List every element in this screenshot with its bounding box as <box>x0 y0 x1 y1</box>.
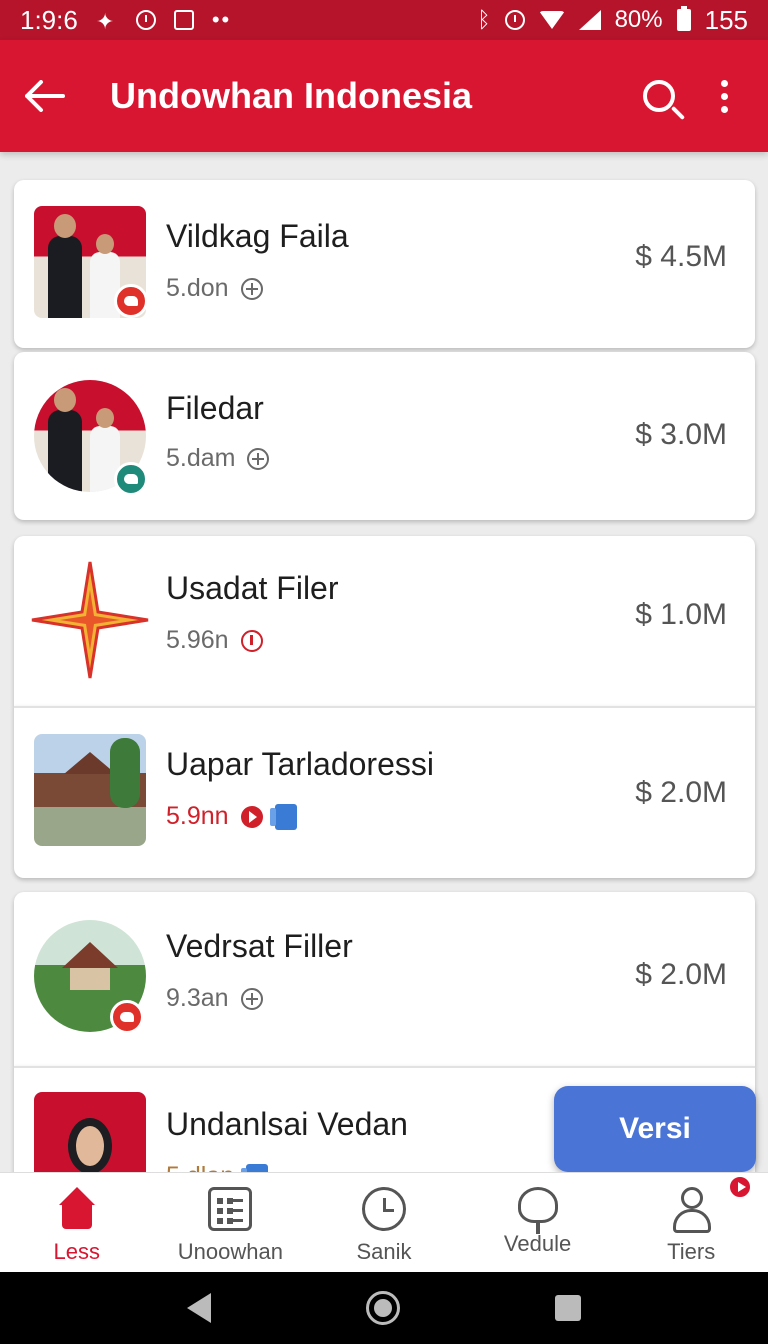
battery-percent: 80% <box>614 6 663 33</box>
alert-circle-icon[interactable] <box>240 629 263 652</box>
page-title: Undowhan Indonesia <box>110 75 473 116</box>
more-vert-icon <box>720 79 728 87</box>
item-title: Filedar <box>166 390 264 426</box>
nav-tab-vedule[interactable]: Vedule <box>461 1173 615 1272</box>
item-meta-text: 5.dam <box>166 444 236 472</box>
grid-list-icon <box>208 1187 253 1231</box>
list-item[interactable]: Vedrsat Filler 9.3an $ 2.0M <box>14 892 755 1066</box>
document-icon[interactable] <box>269 803 297 830</box>
battery-icon <box>676 6 691 31</box>
item-amount: $ 3.0M <box>635 418 727 451</box>
back-arrow-icon <box>25 80 65 112</box>
status-time: 1:9:6 <box>20 4 78 35</box>
home-icon <box>55 1187 99 1231</box>
status-extra-number: 155 <box>704 4 748 35</box>
item-amount: $ 1.0M <box>635 598 727 631</box>
system-back-icon[interactable] <box>187 1293 212 1323</box>
versi-fab-button[interactable]: Versi <box>554 1086 756 1172</box>
item-meta-text: 5.9nn <box>166 802 229 830</box>
system-recents-icon[interactable] <box>554 1295 581 1321</box>
nav-label: Tiers <box>667 1239 716 1264</box>
item-meta: 5.96n <box>166 626 263 655</box>
clock-icon <box>361 1187 406 1231</box>
item-amount: $ 4.5M <box>635 240 727 273</box>
status-right: ᛒ 80% 155 <box>477 5 748 36</box>
more-options-button[interactable] <box>694 40 754 152</box>
bluetooth-icon: ᛒ <box>477 7 491 32</box>
verified-badge-icon <box>114 462 148 496</box>
nav-label: Unoowhan <box>177 1239 283 1264</box>
video-badge-icon <box>110 1000 144 1034</box>
item-title: Uapar Tarladoressi <box>166 746 434 782</box>
notification-badge-icon <box>727 1175 752 1199</box>
list-item[interactable]: Vildkag Faila 5.don $ 4.5M <box>14 180 755 348</box>
status-left: 1:9:6 ✦ •• <box>20 5 231 36</box>
list-item[interactable]: Filedar 5.dam $ 3.0M <box>14 352 755 520</box>
signal-icon <box>578 10 601 30</box>
item-meta-text: 9.3an <box>166 984 229 1012</box>
bottom-navigation: Less Unoowhan Sanik Vedule Tiers <box>0 1172 768 1272</box>
system-navigation-bar <box>0 1272 768 1344</box>
add-circle-icon[interactable] <box>247 447 270 470</box>
search-button[interactable] <box>624 40 694 152</box>
item-title: Usadat Filer <box>166 570 339 606</box>
compass-star-icon <box>31 561 149 679</box>
item-title: Vedrsat Filler <box>166 928 353 964</box>
add-circle-icon[interactable] <box>240 277 263 300</box>
item-meta-text: 5.96n <box>166 626 229 654</box>
item-amount: $ 2.0M <box>635 958 727 991</box>
nav-label: Sanik <box>356 1239 412 1264</box>
status-bar: 1:9:6 ✦ •• ᛒ 80% 155 <box>0 0 768 40</box>
item-title: Vildkag Faila <box>166 218 349 254</box>
item-meta: 5.9nn <box>166 802 297 831</box>
back-button[interactable] <box>0 40 90 152</box>
item-thumbnail <box>34 734 146 846</box>
wifi-icon <box>538 11 565 29</box>
system-home-icon[interactable] <box>365 1291 400 1325</box>
nav-tab-less[interactable]: Less <box>0 1173 154 1272</box>
item-title: Undanlsai Vedan <box>166 1106 408 1142</box>
list-item[interactable]: Uapar Tarladoressi 5.9nn $ 2.0M <box>14 706 755 878</box>
item-meta: 5.don <box>166 274 263 303</box>
app-bar: Undowhan Indonesia <box>0 40 768 152</box>
item-meta: 5.dam <box>166 444 270 473</box>
nav-label: Less <box>53 1239 101 1264</box>
alarm-status-icon <box>504 10 525 30</box>
nav-tab-sanik[interactable]: Sanik <box>307 1173 461 1272</box>
item-meta: 9.3an <box>166 984 263 1013</box>
media-notification-icon <box>173 10 194 30</box>
video-badge-icon <box>114 284 148 318</box>
nav-tab-tiers[interactable]: Tiers <box>614 1173 768 1272</box>
list-item[interactable]: Usadat Filer 5.96n $ 1.0M <box>14 536 755 706</box>
more-notifications-icon: •• <box>211 7 232 32</box>
item-meta-text: 5.don <box>166 274 229 302</box>
search-icon <box>643 80 675 112</box>
alarm-icon <box>135 10 156 30</box>
add-circle-icon[interactable] <box>240 987 263 1010</box>
item-amount: $ 2.0M <box>635 776 727 809</box>
nav-label: Vedule <box>503 1231 572 1256</box>
notification-app-icon: ✦ <box>95 9 115 34</box>
play-icon[interactable] <box>240 805 263 828</box>
nav-tab-unoowhan[interactable]: Unoowhan <box>154 1173 308 1272</box>
person-icon <box>669 1187 713 1233</box>
tree-icon <box>517 1187 558 1234</box>
